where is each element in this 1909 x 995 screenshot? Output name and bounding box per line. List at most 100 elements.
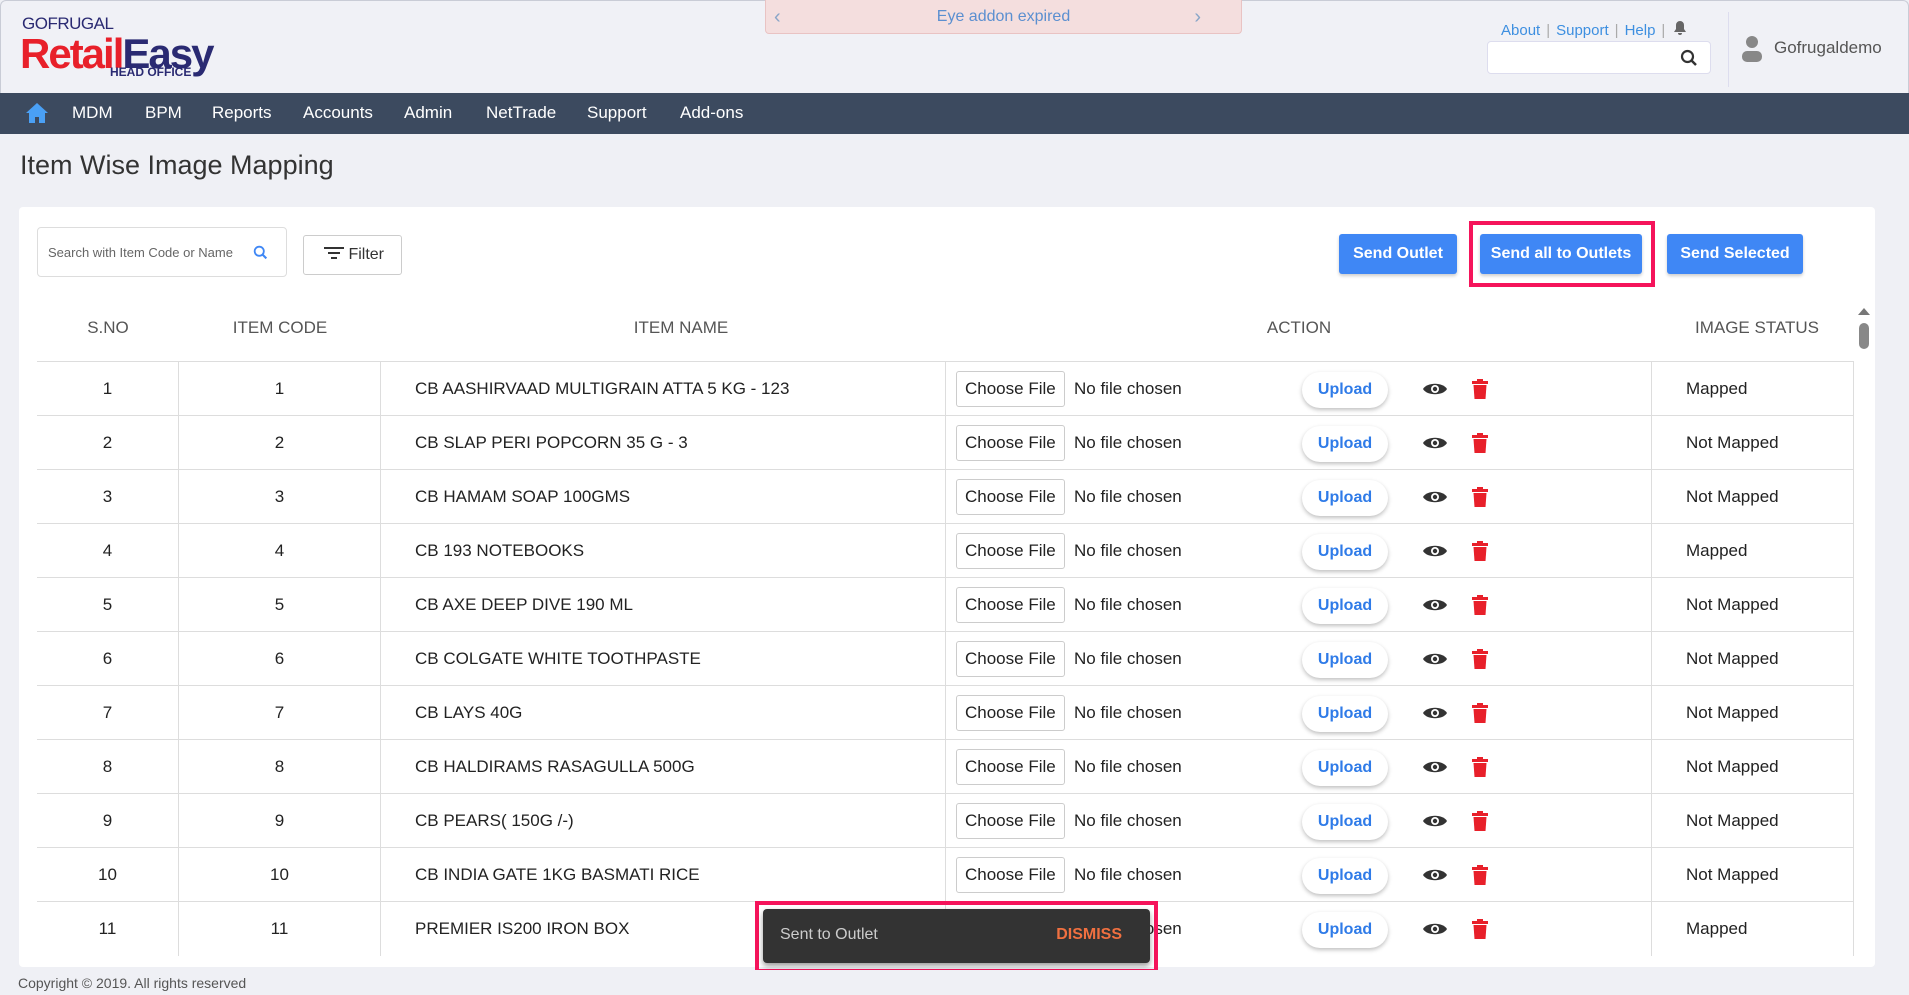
cell-item-name: CB AXE DEEP DIVE 190 ML [381,578,946,632]
upload-button[interactable]: Upload [1302,642,1388,678]
cell-sno: 10 [37,848,179,902]
upload-button[interactable]: Upload [1302,480,1388,516]
table-row: 7 7 CB LAYS 40G Choose File No file chos… [37,685,1854,740]
choose-file-button[interactable]: Choose File [956,371,1065,407]
no-file-text: No file chosen [1074,649,1182,668]
cell-item-code: 7 [179,686,381,740]
choose-file-button[interactable]: Choose File [956,479,1065,515]
cell-item-code: 4 [179,524,381,578]
cell-item-code: 6 [179,632,381,686]
trash-icon[interactable] [1472,433,1488,453]
cell-image-status: Not Mapped [1652,578,1854,632]
no-file-text: No file chosen [1074,757,1182,776]
choose-file-button[interactable]: Choose File [956,749,1065,785]
cell-sno: 8 [37,740,179,794]
cell-action: Choose File No file chosen Upload [946,686,1652,740]
cell-sno: 2 [37,416,179,470]
no-file-text: No file chosen [1074,811,1182,830]
cell-image-status: Not Mapped [1652,632,1854,686]
upload-button[interactable]: Upload [1302,858,1388,894]
choose-file-button[interactable]: Choose File [956,803,1065,839]
upload-button[interactable]: Upload [1302,534,1388,570]
cell-sno: 6 [37,632,179,686]
cell-image-status: Not Mapped [1652,848,1854,902]
dismiss-button[interactable]: DISMISS [1056,926,1122,944]
trash-icon[interactable] [1472,649,1488,669]
no-file-text: No file chosen [1074,541,1182,560]
cell-action: Choose File No file chosen Upload [946,578,1652,632]
toast-notification: Sent to Outlet DISMISS [763,909,1150,963]
cell-sno: 5 [37,578,179,632]
cell-image-status: Mapped [1652,524,1854,578]
cell-sno: 9 [37,794,179,848]
trash-icon[interactable] [1472,703,1488,723]
cell-item-code: 8 [179,740,381,794]
cell-item-name: CB INDIA GATE 1KG BASMATI RICE [381,848,946,902]
choose-file-button[interactable]: Choose File [956,695,1065,731]
cell-image-status: Not Mapped [1652,740,1854,794]
cell-action: Choose File No file chosen Upload [946,848,1652,902]
choose-file-button[interactable]: Choose File [956,857,1065,893]
cell-action: Choose File No file chosen Upload [946,362,1652,416]
cell-item-code: 5 [179,578,381,632]
trash-icon[interactable] [1472,595,1488,615]
upload-button[interactable]: Upload [1302,750,1388,786]
cell-item-code: 9 [179,794,381,848]
cell-image-status: Not Mapped [1652,686,1854,740]
eye-icon[interactable] [1422,435,1448,451]
upload-button[interactable]: Upload [1302,804,1388,840]
cell-sno: 1 [37,362,179,416]
eye-icon[interactable] [1422,921,1448,937]
table-row: 6 6 CB COLGATE WHITE TOOTHPASTE Choose F… [37,631,1854,686]
choose-file-button[interactable]: Choose File [956,641,1065,677]
upload-button[interactable]: Upload [1302,912,1388,948]
cell-action: Choose File No file chosen Upload [946,632,1652,686]
no-file-text: No file chosen [1074,703,1182,722]
cell-image-status: Not Mapped [1652,470,1854,524]
trash-icon[interactable] [1472,487,1488,507]
upload-button[interactable]: Upload [1302,372,1388,408]
cell-image-status: Not Mapped [1652,416,1854,470]
cell-action: Choose File No file chosen Upload [946,470,1652,524]
cell-item-name: CB COLGATE WHITE TOOTHPASTE [381,632,946,686]
trash-icon[interactable] [1472,811,1488,831]
upload-button[interactable]: Upload [1302,696,1388,732]
trash-icon[interactable] [1472,919,1488,939]
cell-sno: 4 [37,524,179,578]
table-row: 4 4 CB 193 NOTEBOOKS Choose File No file… [37,523,1854,578]
cell-item-code: 2 [179,416,381,470]
table-body: 1 1 CB AASHIRVAAD MULTIGRAIN ATTA 5 KG -… [0,0,1909,958]
footer: Copyright © 2019. All rights reserved [0,970,1909,995]
eye-icon[interactable] [1422,489,1448,505]
eye-icon[interactable] [1422,651,1448,667]
table-row: 1 1 CB AASHIRVAAD MULTIGRAIN ATTA 5 KG -… [37,361,1854,416]
cell-item-name: CB SLAP PERI POPCORN 35 G - 3 [381,416,946,470]
table-row: 5 5 CB AXE DEEP DIVE 190 ML Choose File … [37,577,1854,632]
eye-icon[interactable] [1422,381,1448,397]
cell-action: Choose File No file chosen Upload [946,794,1652,848]
upload-button[interactable]: Upload [1302,426,1388,462]
eye-icon[interactable] [1422,759,1448,775]
cell-item-name: CB HAMAM SOAP 100GMS [381,470,946,524]
eye-icon[interactable] [1422,813,1448,829]
choose-file-button[interactable]: Choose File [956,425,1065,461]
eye-icon[interactable] [1422,597,1448,613]
table-row: 3 3 CB HAMAM SOAP 100GMS Choose File No … [37,469,1854,524]
trash-icon[interactable] [1472,541,1488,561]
cell-item-code: 11 [179,902,381,956]
eye-icon[interactable] [1422,705,1448,721]
cell-image-status: Mapped [1652,362,1854,416]
eye-icon[interactable] [1422,867,1448,883]
choose-file-button[interactable]: Choose File [956,533,1065,569]
no-file-text: No file chosen [1074,433,1182,452]
trash-icon[interactable] [1472,379,1488,399]
upload-button[interactable]: Upload [1302,588,1388,624]
scrollbar[interactable] [1858,303,1870,963]
trash-icon[interactable] [1472,865,1488,885]
cell-sno: 7 [37,686,179,740]
cell-image-status: Not Mapped [1652,794,1854,848]
cell-item-name: CB AASHIRVAAD MULTIGRAIN ATTA 5 KG - 123 [381,362,946,416]
choose-file-button[interactable]: Choose File [956,587,1065,623]
trash-icon[interactable] [1472,757,1488,777]
eye-icon[interactable] [1422,543,1448,559]
